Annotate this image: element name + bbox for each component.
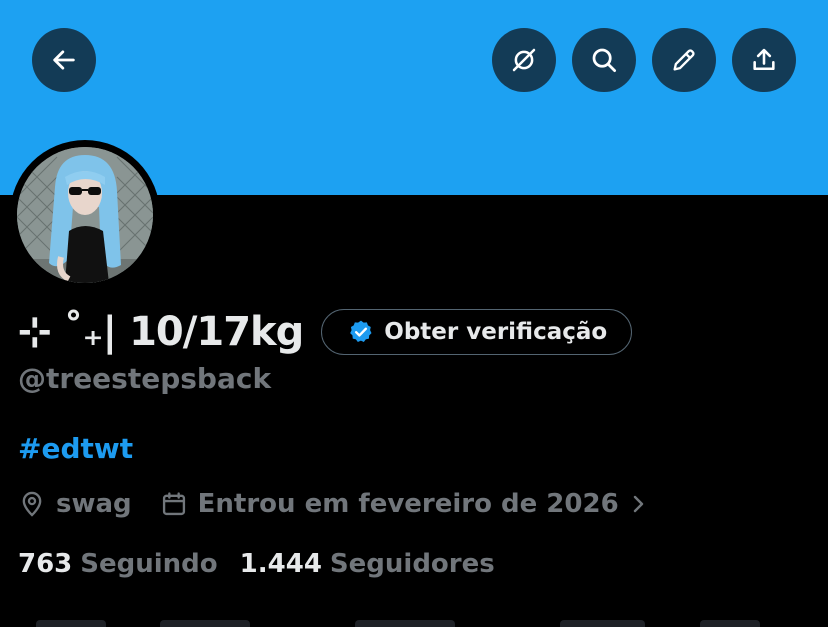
profile-page: ⊹ ˚₊| 10/17kg Obter verificação @treeste… (0, 0, 828, 627)
eye-slash-icon (512, 48, 536, 72)
verified-badge-icon (348, 319, 374, 345)
get-verified-button[interactable]: Obter verificação (321, 309, 633, 355)
pencil-icon (673, 49, 695, 71)
profile-tabs-peek (0, 618, 828, 627)
following-label: Seguindo (80, 549, 218, 579)
edit-profile-button[interactable] (652, 28, 716, 92)
joined-date-text: Entrou em fevereiro de 2026 (197, 489, 619, 519)
tab-peek-1[interactable] (36, 620, 106, 627)
tab-peek-3[interactable] (355, 620, 455, 627)
back-button[interactable] (32, 28, 96, 92)
location-text: swag (56, 489, 132, 519)
profile-meta-row: swag Entrou em fevereiro de 2026 (18, 485, 657, 523)
share-button[interactable] (732, 28, 796, 92)
display-name: ⊹ ˚₊| 10/17kg (18, 309, 304, 355)
followers-label: Seguidores (329, 549, 495, 579)
follow-stats-row: 763 Seguindo 1.444 Seguidores (18, 545, 495, 583)
get-verified-label: Obter verificação (384, 319, 608, 345)
profile-handle: @treestepsback (18, 362, 272, 395)
unmute-button[interactable] (492, 28, 556, 92)
tab-peek-2[interactable] (160, 620, 250, 627)
followers-link[interactable]: 1.444 Seguidores (240, 549, 495, 579)
search-button[interactable] (572, 28, 636, 92)
tab-peek-5[interactable] (700, 620, 760, 627)
followers-count: 1.444 (239, 549, 322, 579)
share-icon (753, 48, 775, 71)
calendar-icon (162, 492, 185, 516)
location-pin-icon (22, 491, 42, 517)
arrow-left-icon (53, 50, 75, 70)
tab-peek-4[interactable] (560, 620, 645, 627)
avatar-photo (17, 147, 153, 283)
avatar-frame[interactable] (10, 140, 160, 290)
joined-date-item[interactable]: Entrou em fevereiro de 2026 (160, 489, 657, 519)
following-link[interactable]: 763 Seguindo (18, 549, 218, 579)
profile-name-row: ⊹ ˚₊| 10/17kg Obter verificação (18, 304, 633, 360)
location-item: swag (18, 489, 132, 519)
bio-hashtag-link[interactable]: #edtwt (18, 432, 133, 465)
avatar[interactable] (17, 147, 153, 283)
search-icon (592, 48, 616, 72)
following-count: 763 (18, 549, 73, 579)
chevron-right-icon (633, 495, 643, 513)
